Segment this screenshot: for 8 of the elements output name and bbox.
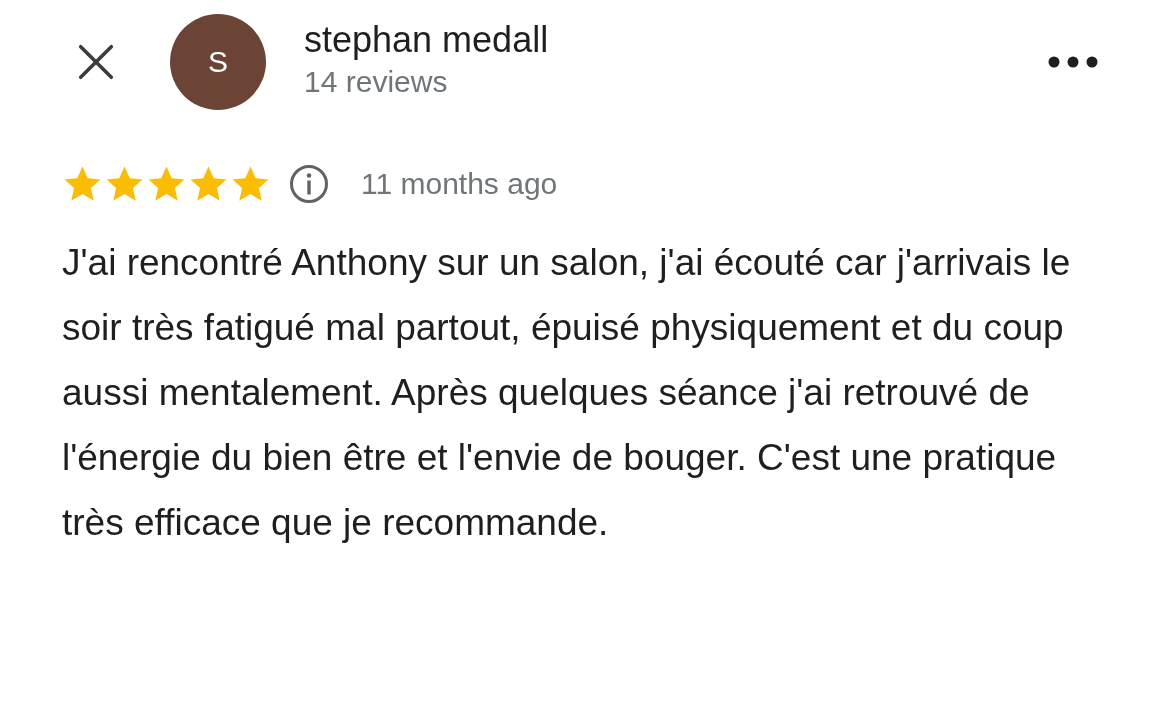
more-options-icon[interactable] xyxy=(1048,56,1098,68)
avatar[interactable]: S xyxy=(170,14,266,110)
info-icon[interactable] xyxy=(289,164,329,204)
reviewer-name[interactable]: stephan medall xyxy=(304,18,1048,62)
review-text: J'ai rencontré Anthony sur un salon, j'ai écouté car j'arrivais le soir très fatigué mal partout, épuisé physiquement et du coup aussi mentalement. Après quelques séance j'ai retrouvé de l'énergie du bien être et l'envie de bouger. C'est une pratique très efficace que je recommande. xyxy=(62,241,1072,545)
review-date: 11 months ago xyxy=(361,167,558,201)
review-count: 14 reviews xyxy=(304,64,449,100)
close-icon[interactable] xyxy=(78,44,114,80)
